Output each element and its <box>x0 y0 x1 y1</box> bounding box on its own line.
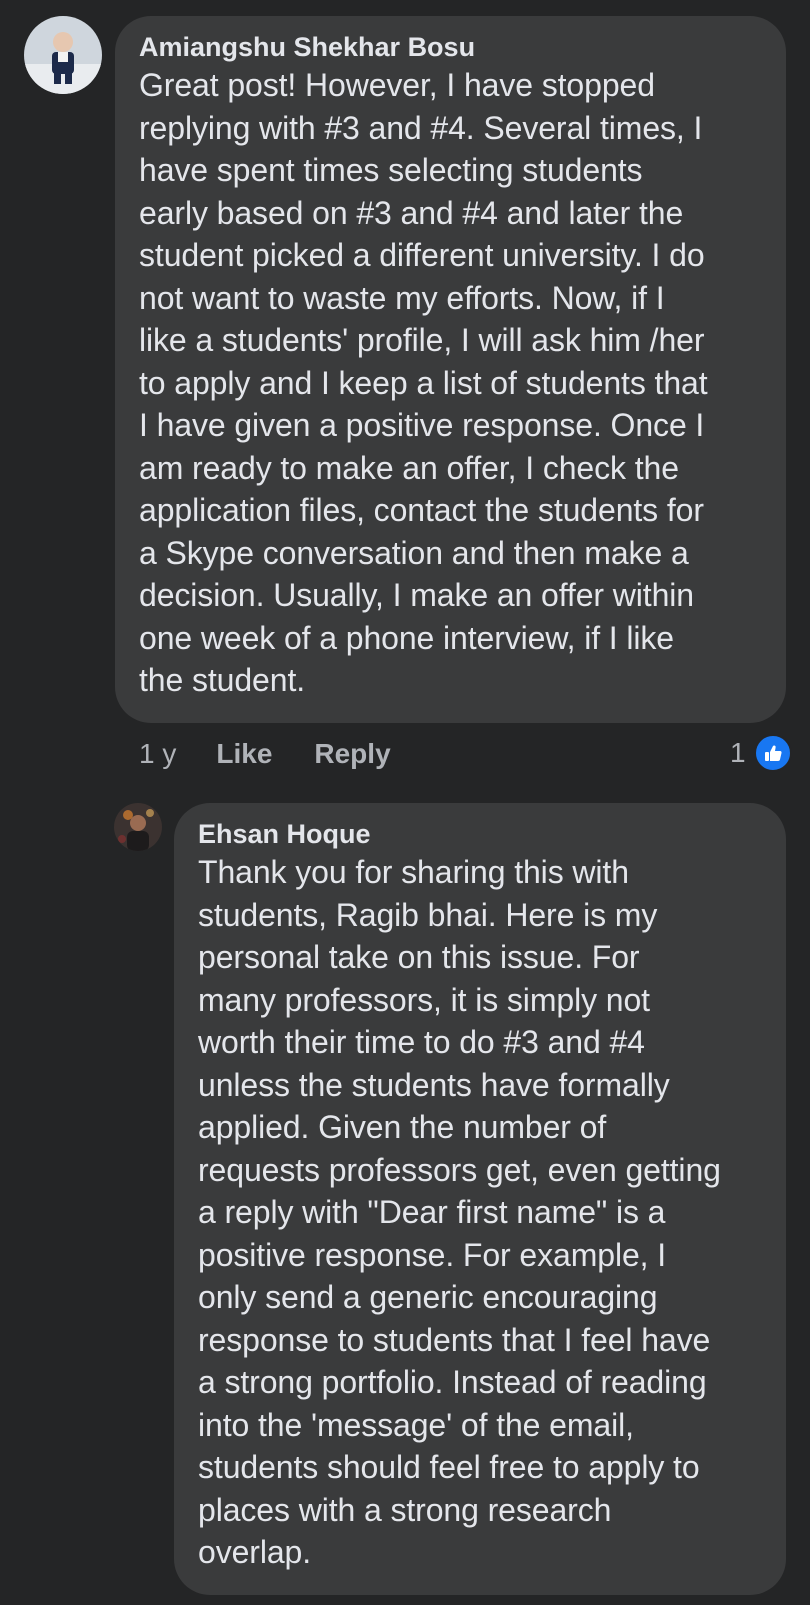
reply-author[interactable]: Ehsan Hoque <box>198 817 764 851</box>
commenter-avatar[interactable] <box>24 16 102 94</box>
comment-author[interactable]: Amiangshu Shekhar Bosu <box>139 30 762 64</box>
reaction-summary[interactable]: 1 <box>730 733 792 773</box>
comment-bubble: Amiangshu Shekhar Bosu Great post! Howev… <box>115 16 786 723</box>
thumbs-up-icon <box>753 734 792 772</box>
comment-actions: 1 y Like Reply <box>139 734 433 774</box>
like-button[interactable]: Like <box>216 738 272 770</box>
reply-text: Thank you for sharing this with students… <box>198 854 721 1570</box>
comment-text: Great post! However, I have stopped repl… <box>139 67 708 698</box>
reaction-count: 1 <box>730 737 746 768</box>
reply-avatar[interactable] <box>114 803 162 851</box>
reply-button[interactable]: Reply <box>314 738 390 770</box>
comment-timestamp[interactable]: 1 y <box>139 738 176 770</box>
reply-bubble: Ehsan Hoque Thank you for sharing this w… <box>174 803 786 1595</box>
